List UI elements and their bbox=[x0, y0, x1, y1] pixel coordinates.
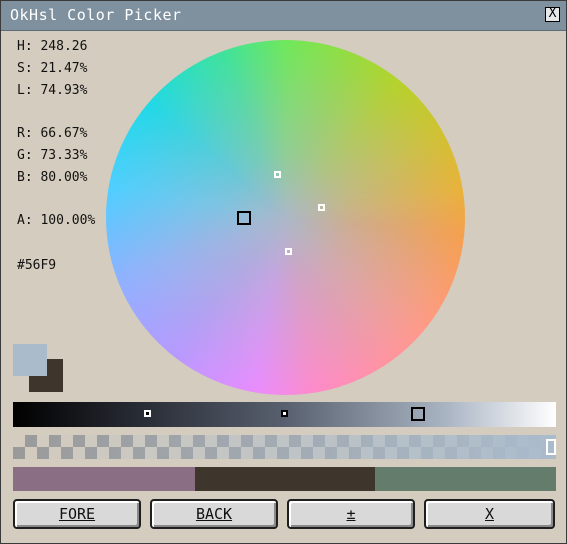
swap-button[interactable]: ± bbox=[287, 499, 415, 529]
fore-button[interactable]: FORE bbox=[13, 499, 141, 529]
lightness-slider-handle[interactable] bbox=[411, 407, 425, 421]
lightness-readout: L: 74.93% bbox=[17, 83, 88, 98]
alpha-readout: A: 100.00% bbox=[17, 213, 96, 228]
red-readout: R: 66.67% bbox=[17, 126, 88, 141]
lightness-marker[interactable] bbox=[144, 410, 151, 417]
green-readout: G: 73.33% bbox=[17, 148, 88, 163]
hex-readout: #56F9 bbox=[17, 258, 57, 273]
palette-swatch[interactable] bbox=[13, 467, 195, 491]
okhsl-color-picker-window: OkHsl Color Picker X H: 248.26 S: 21.47%… bbox=[0, 0, 567, 544]
palette-strip bbox=[13, 467, 556, 491]
window-title: OkHsl Color Picker bbox=[10, 6, 182, 24]
title-bar[interactable]: OkHsl Color Picker X bbox=[1, 1, 566, 31]
foreground-color-swatch[interactable] bbox=[13, 344, 47, 376]
palette-marker[interactable] bbox=[274, 171, 281, 178]
blue-readout: B: 80.00% bbox=[17, 170, 88, 185]
lightness-marker[interactable] bbox=[281, 410, 288, 417]
palette-swatch[interactable] bbox=[375, 467, 556, 491]
palette-marker[interactable] bbox=[318, 204, 325, 211]
lightness-slider[interactable] bbox=[13, 402, 556, 427]
close-button[interactable]: X bbox=[424, 499, 555, 529]
alpha-slider-handle[interactable] bbox=[546, 439, 556, 455]
saturation-readout: S: 21.47% bbox=[17, 61, 88, 76]
palette-swatch[interactable] bbox=[195, 467, 375, 491]
color-wheel-cursor[interactable] bbox=[237, 211, 251, 225]
close-icon[interactable]: X bbox=[545, 7, 560, 22]
palette-marker[interactable] bbox=[285, 248, 292, 255]
hue-readout: H: 248.26 bbox=[17, 39, 88, 54]
alpha-slider[interactable] bbox=[13, 435, 556, 459]
back-button[interactable]: BACK bbox=[150, 499, 278, 529]
color-wheel[interactable] bbox=[106, 40, 465, 395]
